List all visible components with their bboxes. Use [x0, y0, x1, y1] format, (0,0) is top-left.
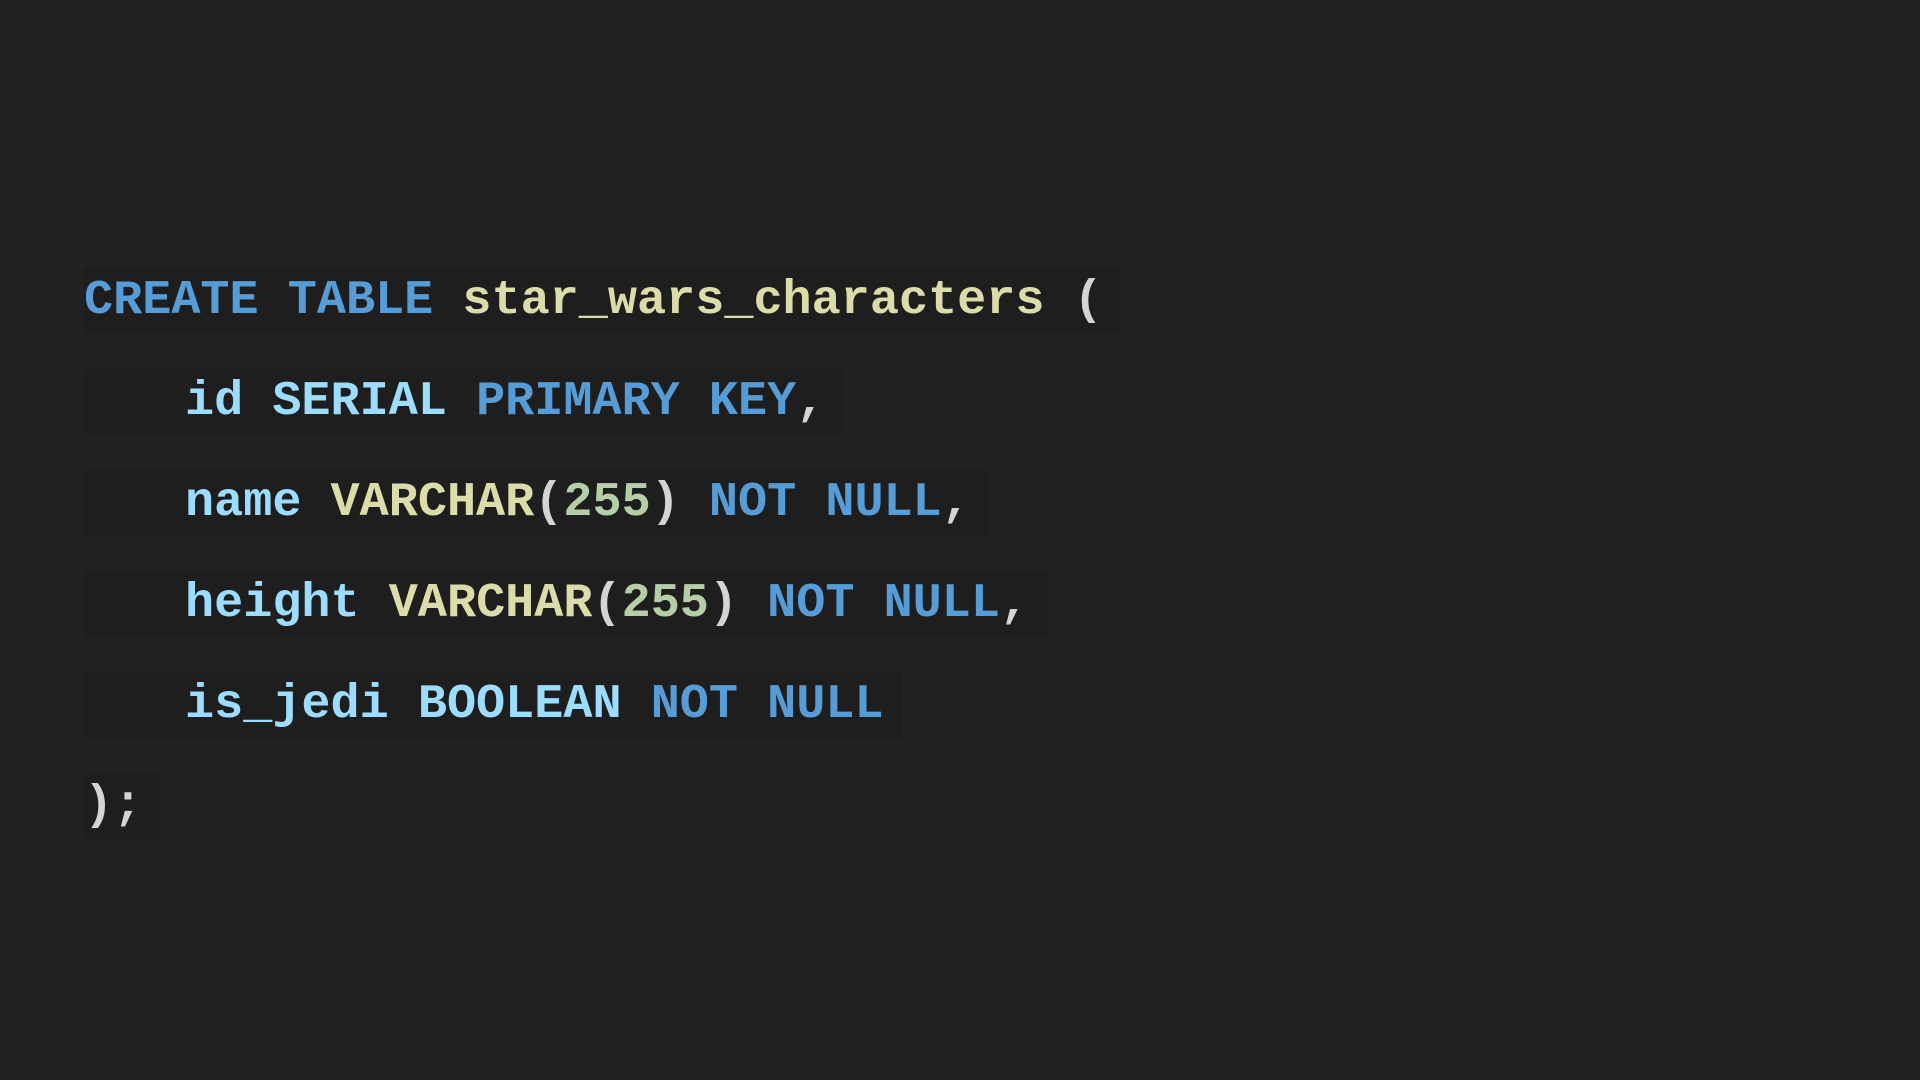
code-line-5: is_jedi BOOLEAN NOT NULL — [84, 672, 1121, 773]
keyword-null: NULL — [883, 576, 1000, 631]
column-type: VARCHAR — [330, 475, 535, 530]
close-statement: ); — [84, 778, 143, 833]
close-paren: ) — [708, 576, 739, 631]
column-name: name — [185, 475, 302, 530]
code-line-4: height VARCHAR(255) NOT NULL, — [84, 571, 1121, 672]
code-line-6: ); — [84, 773, 1121, 874]
line-highlight: ); — [84, 773, 161, 839]
code-line-3: name VARCHAR(255) NOT NULL, — [84, 470, 1121, 571]
line-highlight: CREATE TABLE star_wars_characters ( — [84, 268, 1121, 334]
code-line-2: id SERIAL PRIMARY KEY, — [84, 369, 1121, 470]
length-number: 255 — [563, 475, 651, 530]
line-highlight: name VARCHAR(255) NOT NULL, — [84, 470, 989, 536]
keyword-not: NOT — [708, 475, 797, 530]
keyword-not: NOT — [767, 576, 855, 631]
comma: , — [796, 374, 826, 429]
keyword-table: TABLE — [287, 273, 434, 328]
open-paren: ( — [534, 475, 564, 530]
code-slide: CREATE TABLE star_wars_characters ( id SE… — [0, 0, 1920, 1080]
close-paren: ) — [650, 475, 680, 530]
line-highlight: height VARCHAR(255) NOT NULL, — [84, 571, 1048, 637]
sql-code-block: CREATE TABLE star_wars_characters ( id SE… — [84, 268, 1121, 874]
column-type: VARCHAR — [388, 576, 593, 631]
column-type: BOOLEAN — [417, 677, 622, 732]
column-type: SERIAL — [272, 374, 447, 429]
keyword-key: KEY — [708, 374, 797, 429]
keyword-create: CREATE — [84, 273, 259, 328]
keyword-not: NOT — [650, 677, 739, 732]
table-name: star_wars_characters — [462, 273, 1045, 328]
column-name: is_jedi — [185, 677, 389, 732]
keyword-null: NULL — [825, 475, 942, 530]
column-name: height — [185, 576, 360, 631]
length-number: 255 — [621, 576, 709, 631]
line-highlight: is_jedi BOOLEAN NOT NULL — [84, 672, 902, 738]
column-name: id — [185, 374, 244, 429]
open-paren: ( — [592, 576, 622, 631]
open-paren: ( — [1073, 273, 1103, 328]
line-highlight: id SERIAL PRIMARY KEY, — [84, 369, 844, 435]
comma: , — [941, 475, 971, 530]
comma: , — [1000, 576, 1030, 631]
keyword-primary: PRIMARY — [476, 374, 680, 429]
keyword-null: NULL — [767, 677, 884, 732]
code-line-1: CREATE TABLE star_wars_characters ( — [84, 268, 1121, 369]
